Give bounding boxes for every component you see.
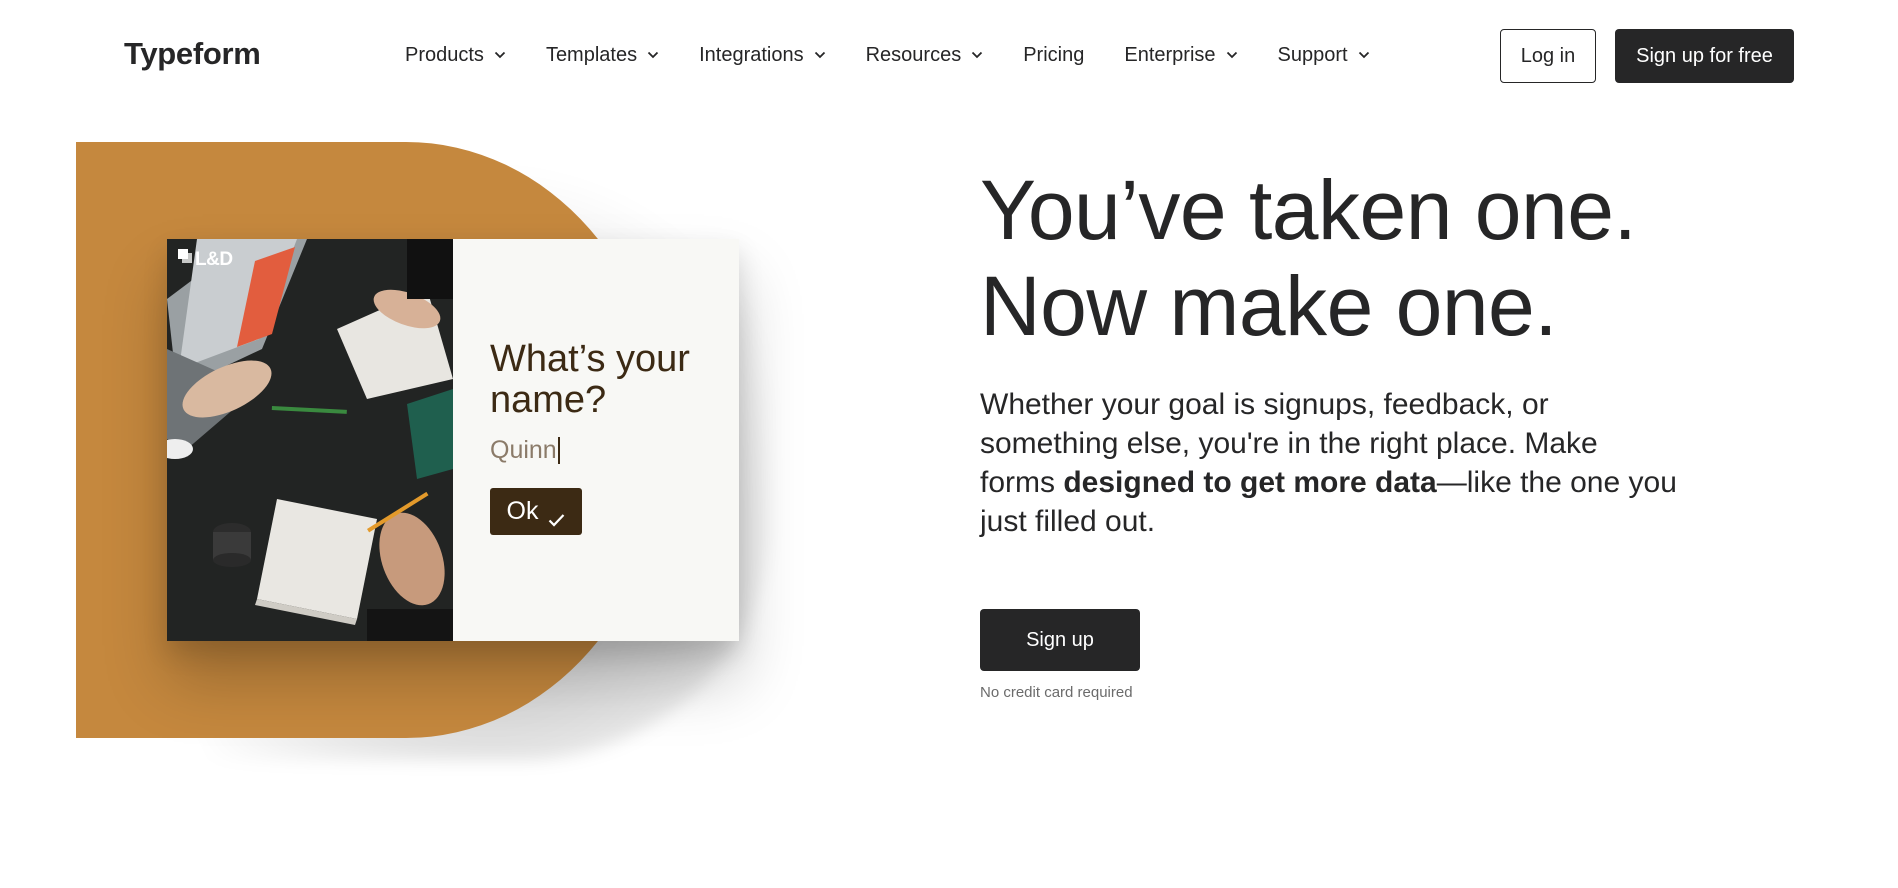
text-caret xyxy=(557,437,560,464)
chevron-down-icon xyxy=(1226,51,1238,59)
chevron-down-icon xyxy=(814,51,826,59)
ok-button-label: Ok xyxy=(506,497,539,525)
form-question-panel: What’s your name? Quinn Ok xyxy=(453,239,739,641)
hero-headline-line-1: You’ve taken one. xyxy=(980,163,1637,257)
nav-resources[interactable]: Resources xyxy=(866,44,984,67)
ok-button[interactable]: Ok xyxy=(490,488,582,535)
nav-resources-label: Resources xyxy=(865,43,962,66)
hero-headline: You’ve taken one. Now make one. xyxy=(980,162,1760,354)
nav-products[interactable]: Products xyxy=(405,44,506,67)
site-header: Typeform Products Templates Integrations… xyxy=(0,0,1898,108)
chevron-down-icon xyxy=(1358,51,1370,59)
nav-templates[interactable]: Templates xyxy=(546,44,659,67)
chevron-down-icon xyxy=(971,51,983,59)
nav-products-label: Products xyxy=(405,43,484,66)
form-question: What’s your name? xyxy=(490,338,690,421)
name-answer-value: Quinn xyxy=(490,436,557,464)
form-preview-card: L&D What’s your name? Quinn Ok xyxy=(167,239,739,641)
signup-button[interactable]: Sign up xyxy=(980,609,1140,671)
nav-templates-label: Templates xyxy=(545,43,638,66)
nav-support[interactable]: Support xyxy=(1278,44,1370,67)
nav-integrations[interactable]: Integrations xyxy=(699,44,826,67)
typeform-logo[interactable]: Typeform xyxy=(124,36,261,72)
no-credit-card-note: No credit card required xyxy=(980,684,1133,701)
hero-headline-line-2: Now make one. xyxy=(980,259,1558,353)
ld-badge-label: L&D xyxy=(195,249,233,270)
name-answer-input[interactable]: Quinn xyxy=(490,436,560,465)
ld-badge: L&D xyxy=(178,249,233,271)
signup-free-button[interactable]: Sign up for free xyxy=(1615,29,1794,83)
ld-logo-icon xyxy=(178,249,192,267)
check-icon xyxy=(548,505,565,527)
chevron-down-icon xyxy=(494,51,506,59)
nav-enterprise[interactable]: Enterprise xyxy=(1124,44,1237,67)
chevron-down-icon xyxy=(647,51,659,59)
nav-enterprise-label: Enterprise xyxy=(1124,43,1216,66)
meeting-photo: L&D xyxy=(167,239,453,641)
main-nav: Products Templates Integrations Resource… xyxy=(405,41,1410,69)
nav-integrations-label: Integrations xyxy=(699,43,804,66)
hero-subtext: Whether your goal is signups, feedback, … xyxy=(980,385,1680,541)
nav-pricing[interactable]: Pricing xyxy=(1023,44,1084,67)
nav-pricing-label: Pricing xyxy=(1023,43,1085,66)
login-button[interactable]: Log in xyxy=(1500,29,1596,83)
nav-support-label: Support xyxy=(1277,43,1348,66)
hero-subtext-bold: designed to get more data xyxy=(1063,466,1437,499)
